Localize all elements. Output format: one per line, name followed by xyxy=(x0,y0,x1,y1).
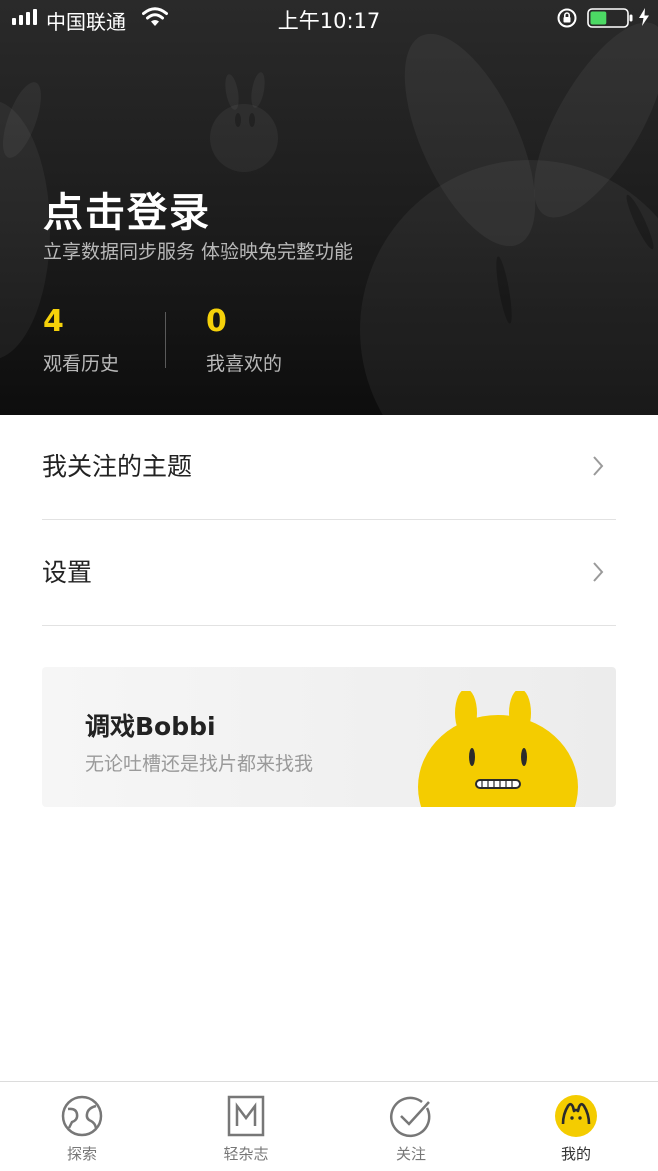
menu-item-label: 设置 xyxy=(42,558,93,587)
orientation-lock-icon xyxy=(557,8,577,28)
chevron-right-icon xyxy=(593,456,604,476)
check-circle-icon xyxy=(389,1096,431,1138)
chat-bobbi-banner[interactable]: 调戏Bobbi 无论吐槽还是找片都来找我 xyxy=(42,667,616,807)
watch-history-count: 4 xyxy=(43,304,64,339)
charging-icon xyxy=(639,8,649,26)
battery-icon xyxy=(587,8,633,28)
login-title[interactable]: 点击登录 xyxy=(43,180,211,238)
profile-header: 中国联通 上午10:17 点击登录 立享数据同步服务 体验映兔完整功能 4 观看… xyxy=(0,0,658,415)
tab-label: 关注 xyxy=(395,1145,426,1163)
banner-subtitle: 无论吐槽还是找片都来找我 xyxy=(85,753,314,775)
status-bar: 中国联通 上午10:17 xyxy=(0,0,658,36)
tab-explore[interactable]: 探索 xyxy=(0,1082,164,1171)
watch-history-stat[interactable]: 4 观看历史 xyxy=(43,305,119,376)
liked-label: 我喜欢的 xyxy=(206,353,283,375)
login-subtitle[interactable]: 立享数据同步服务 体验映兔完整功能 xyxy=(43,237,353,264)
bottom-tab-bar: 探索 轻杂志 关注 我的 xyxy=(0,1081,658,1171)
banner-title: 调戏Bobbi xyxy=(85,712,216,741)
tab-me[interactable]: 我的 xyxy=(494,1082,658,1171)
menu-item-settings[interactable]: 设置 xyxy=(42,521,616,626)
liked-count: 0 xyxy=(206,304,227,339)
chevron-right-icon xyxy=(593,562,604,582)
menu-item-followed-topics[interactable]: 我关注的主题 xyxy=(42,415,616,520)
tab-follow[interactable]: 关注 xyxy=(329,1082,493,1171)
tab-label: 探索 xyxy=(66,1145,97,1163)
tab-magazine[interactable]: 轻杂志 xyxy=(164,1082,328,1171)
globe-icon xyxy=(61,1095,103,1137)
stat-divider xyxy=(165,312,166,368)
tab-label: 轻杂志 xyxy=(223,1145,269,1163)
bunny-avatar-icon xyxy=(555,1095,597,1137)
watch-history-label: 观看历史 xyxy=(43,353,120,375)
liked-stat[interactable]: 0 我喜欢的 xyxy=(206,305,282,376)
bobbi-mascot xyxy=(418,691,578,807)
menu-item-label: 我关注的主题 xyxy=(42,452,193,481)
tab-label: 我的 xyxy=(560,1145,591,1163)
magazine-m-icon xyxy=(227,1095,265,1137)
